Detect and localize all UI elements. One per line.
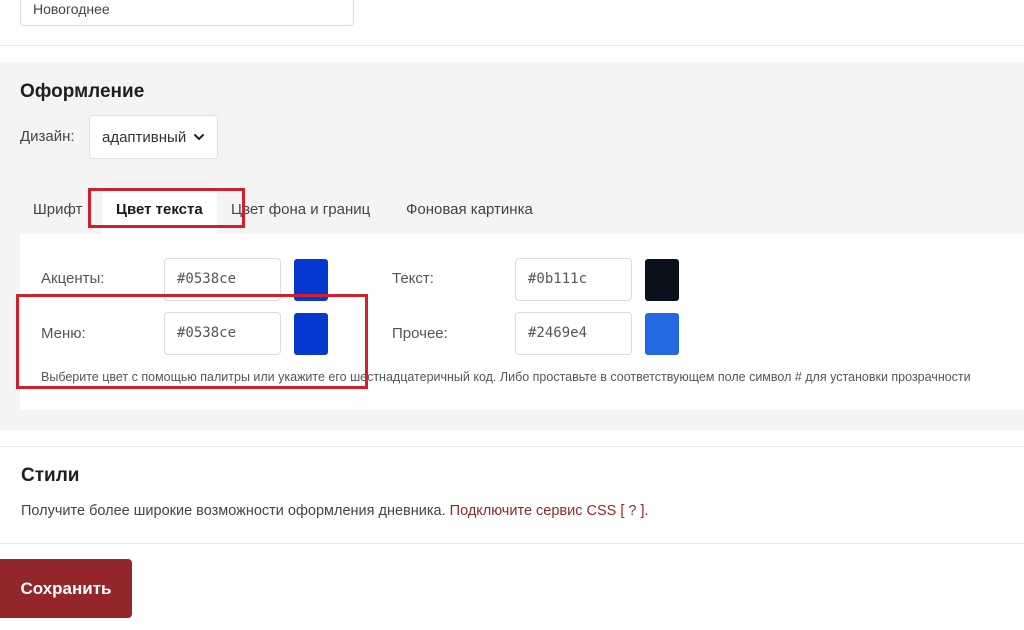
diary-name-input[interactable]: Новогоднее (20, 0, 354, 26)
accents-label: Акценты: (41, 270, 105, 287)
text-color-panel: Акценты: #0538ce Текст: #0b111c Меню: #0… (20, 234, 1024, 410)
color-hint-text: Выберите цвет с помощью палитры или укаж… (41, 370, 971, 384)
other-color-swatch[interactable] (645, 313, 679, 355)
design-label: Дизайн: (20, 128, 75, 145)
styles-description: Получите более широкие возможности оформ… (21, 503, 649, 519)
section-title-design: Оформление (20, 81, 145, 102)
text-color-swatch[interactable] (645, 259, 679, 301)
design-section: Оформление Дизайн: адаптивный Шрифт Цвет… (0, 62, 1024, 430)
styles-section: Стили Получите более широкие возможности… (0, 446, 1024, 544)
other-label: Прочее: (392, 325, 448, 342)
save-button[interactable]: Сохранить (0, 559, 132, 618)
other-hex-input[interactable]: #2469e4 (515, 312, 632, 355)
styles-text: Получите более широкие возможности оформ… (21, 503, 446, 519)
tab-text-color[interactable]: Цвет текста (102, 188, 217, 234)
tab-background-border-color[interactable]: Цвет фона и границ (231, 188, 370, 232)
text-hex-input[interactable]: #0b111c (515, 258, 632, 301)
menu-hex-input[interactable]: #0538ce (164, 312, 281, 355)
tab-font[interactable]: Шрифт (33, 188, 82, 232)
chevron-down-icon (194, 134, 204, 140)
menu-color-swatch[interactable] (294, 313, 328, 355)
design-select[interactable]: адаптивный (89, 115, 218, 159)
tab-background-image[interactable]: Фоновая картинка (406, 188, 533, 232)
connect-css-link[interactable]: Подключите сервис CSS (450, 503, 617, 519)
accents-hex-input[interactable]: #0538ce (164, 258, 281, 301)
section-title-styles: Стили (21, 465, 80, 486)
text-color-label: Текст: (392, 270, 434, 287)
color-tabs: Шрифт Цвет текста Цвет фона и границ Фон… (20, 188, 1024, 234)
menu-label: Меню: (41, 325, 86, 342)
css-help-link[interactable]: [ ? ] (620, 503, 644, 519)
styles-period: . (644, 503, 649, 519)
design-select-value: адаптивный (102, 128, 187, 146)
name-card: Новогоднее (0, 0, 1024, 46)
accents-color-swatch[interactable] (294, 259, 328, 301)
